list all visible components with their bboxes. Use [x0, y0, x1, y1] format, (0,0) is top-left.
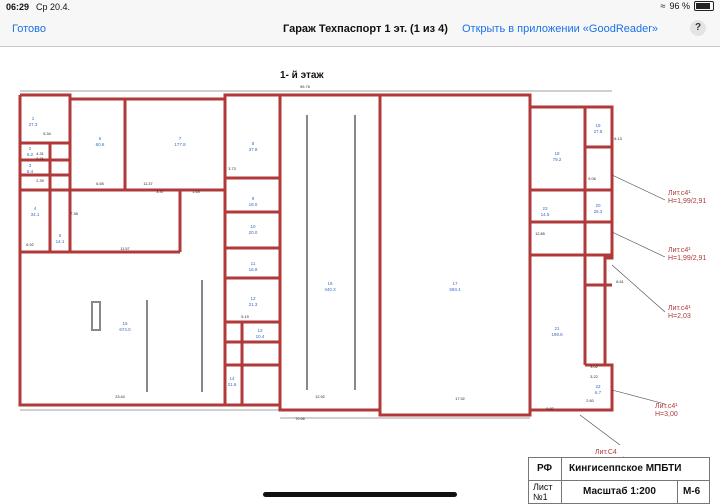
- dimension-label: 0.87: [546, 407, 553, 411]
- room-number-6: 6: [99, 136, 102, 141]
- room-number-20: 20: [595, 203, 601, 208]
- dimension-label: 70.96: [295, 417, 305, 421]
- room-number-22: 22: [595, 384, 601, 389]
- title-block-code: М-6: [683, 486, 701, 497]
- room-number-3: 3: [29, 163, 32, 168]
- annotation-height: Н=2,03: [668, 313, 691, 320]
- room-area-21: 199.8: [551, 332, 563, 337]
- annotation-label: Лит.с4¹: [668, 305, 691, 312]
- room-number-13: 13: [257, 328, 263, 333]
- room-area-12: 21.3: [249, 302, 258, 307]
- dimension-label: 6.92: [26, 243, 33, 247]
- dimension-label: 17.92: [455, 397, 465, 401]
- room-number-9: 9: [252, 196, 255, 201]
- title-block-rf-cell: РФ: [529, 458, 562, 481]
- dimension-label: 8.61: [616, 280, 623, 284]
- annotation-label: Лит.С4: [595, 449, 617, 456]
- dimension-label: 4.31: [36, 152, 43, 156]
- dimension-labels: 5.34 4.312.21 2.39 6.65 11.37 3.37 1.64 7.38 11.…: [26, 132, 623, 421]
- room-area-1: 27.3: [29, 122, 38, 127]
- title-block-scale-cell: Масштаб 1:200: [561, 480, 678, 503]
- dimension-label: 6.13: [614, 137, 621, 141]
- room-area-3: 8.4: [27, 169, 34, 174]
- room-area-20: 26.3: [594, 209, 603, 214]
- room-number-17: 17: [452, 281, 458, 286]
- room-area-16: 440.3: [324, 287, 336, 292]
- dimension-label: 2.60: [586, 399, 593, 403]
- home-indicator[interactable]: [263, 492, 457, 497]
- title-block-org-cell: Кингисеппское МПБТИ: [561, 458, 709, 481]
- room-number-18: 18: [554, 151, 560, 156]
- dimension-label: 3.73: [228, 167, 235, 171]
- room-area-18: 79.2: [553, 157, 562, 162]
- room-area-17: 593.4: [449, 287, 461, 292]
- dimension-label: 12.92: [315, 395, 325, 399]
- room-number-16: 16: [327, 281, 333, 286]
- dimension-label: 11.57: [120, 247, 129, 251]
- room-area-23: 14.5: [541, 212, 550, 217]
- room-area-6: 60.6: [96, 142, 105, 147]
- title-block-code-cell: М-6: [677, 480, 709, 503]
- annotation-label: Лит.с4¹: [655, 403, 678, 410]
- room-number-7: 7: [179, 136, 182, 141]
- room-number-2: 2: [29, 146, 32, 151]
- dimension-label: 3.02: [590, 365, 597, 369]
- room-area-10: 20.0: [249, 230, 258, 235]
- room-area-8: 37.8: [249, 147, 258, 152]
- dimension-label: 5.19: [241, 315, 248, 319]
- room-number-4: 4: [34, 206, 37, 211]
- plan-dim-lines: [20, 90, 666, 446]
- title-block-sheet: Лист №1: [533, 482, 553, 502]
- title-block-scale: Масштаб 1:200: [583, 486, 656, 497]
- title-block-rf: РФ: [537, 463, 553, 474]
- annotation-label: Лит.с4¹: [668, 247, 691, 254]
- annotation-height: Н=1,99/2,91: [668, 198, 706, 205]
- room-number-12: 12: [250, 296, 256, 301]
- floor-plan[interactable]: 127.3 26.2 38.4 434.1 514.1 660.6 7177.8 837.8 9…: [0, 0, 720, 502]
- plan-walls: [18, 93, 614, 417]
- room-number-10: 10: [250, 224, 256, 229]
- room-number-19: 19: [595, 123, 601, 128]
- dimension-label: 3.37: [156, 190, 163, 194]
- room-area-22: 6.7: [595, 390, 602, 395]
- dimension-label: 2.21: [36, 157, 43, 161]
- room-number-15: 15: [122, 321, 128, 326]
- room-area-9: 18.0: [249, 202, 258, 207]
- annotation-height: Н=1,99/2,91: [668, 255, 706, 262]
- room-area-11: 16.8: [249, 267, 258, 272]
- room-area-14: 21.6: [228, 382, 237, 387]
- room-number-23: 23: [542, 206, 548, 211]
- room-number-11: 11: [251, 261, 256, 266]
- dimension-label: 6.65: [96, 182, 103, 186]
- dimension-label: 12.85: [535, 232, 545, 236]
- room-number-8: 8: [252, 141, 255, 146]
- room-number-14: 14: [229, 376, 235, 381]
- room-area-2: 6.2: [27, 152, 34, 157]
- dimension-label: 3.22: [590, 375, 597, 379]
- room-area-13: 10.4: [256, 334, 265, 339]
- dimension-label: 7.38: [70, 212, 77, 216]
- room-labels: 127.3 26.2 38.4 434.1 514.1 660.6 7177.8 837.8 9…: [27, 116, 603, 395]
- dimension-label: 2.39: [36, 179, 43, 183]
- title-block-sheet-cell: Лист №1: [529, 480, 562, 503]
- annotation-label: Лит.с4¹: [668, 190, 691, 197]
- dimension-label: 1.64: [192, 190, 199, 194]
- room-area-15: 674.0: [119, 327, 131, 332]
- room-area-19: 27.8: [594, 129, 603, 134]
- room-number-1: 1: [32, 116, 35, 121]
- room-area-4: 34.1: [31, 212, 40, 217]
- title-block: РФ Кингисеппское МПБТИ Лист №1 Масштаб 1…: [528, 457, 710, 504]
- dimension-label: 9.06: [588, 177, 595, 181]
- top-dimension: 96.76: [300, 84, 311, 89]
- room-area-5: 14.1: [56, 239, 65, 244]
- dimension-label: 5.34: [43, 132, 50, 136]
- dimension-label: 11.37: [143, 182, 152, 186]
- dimension-label: 23.44: [115, 395, 125, 399]
- room-number-5: 5: [59, 233, 62, 238]
- room-number-21: 21: [554, 326, 560, 331]
- room-area-7: 177.8: [174, 142, 186, 147]
- annotation-height: Н=3,00: [655, 411, 678, 418]
- title-block-org: Кингисеппское МПБТИ: [569, 463, 682, 474]
